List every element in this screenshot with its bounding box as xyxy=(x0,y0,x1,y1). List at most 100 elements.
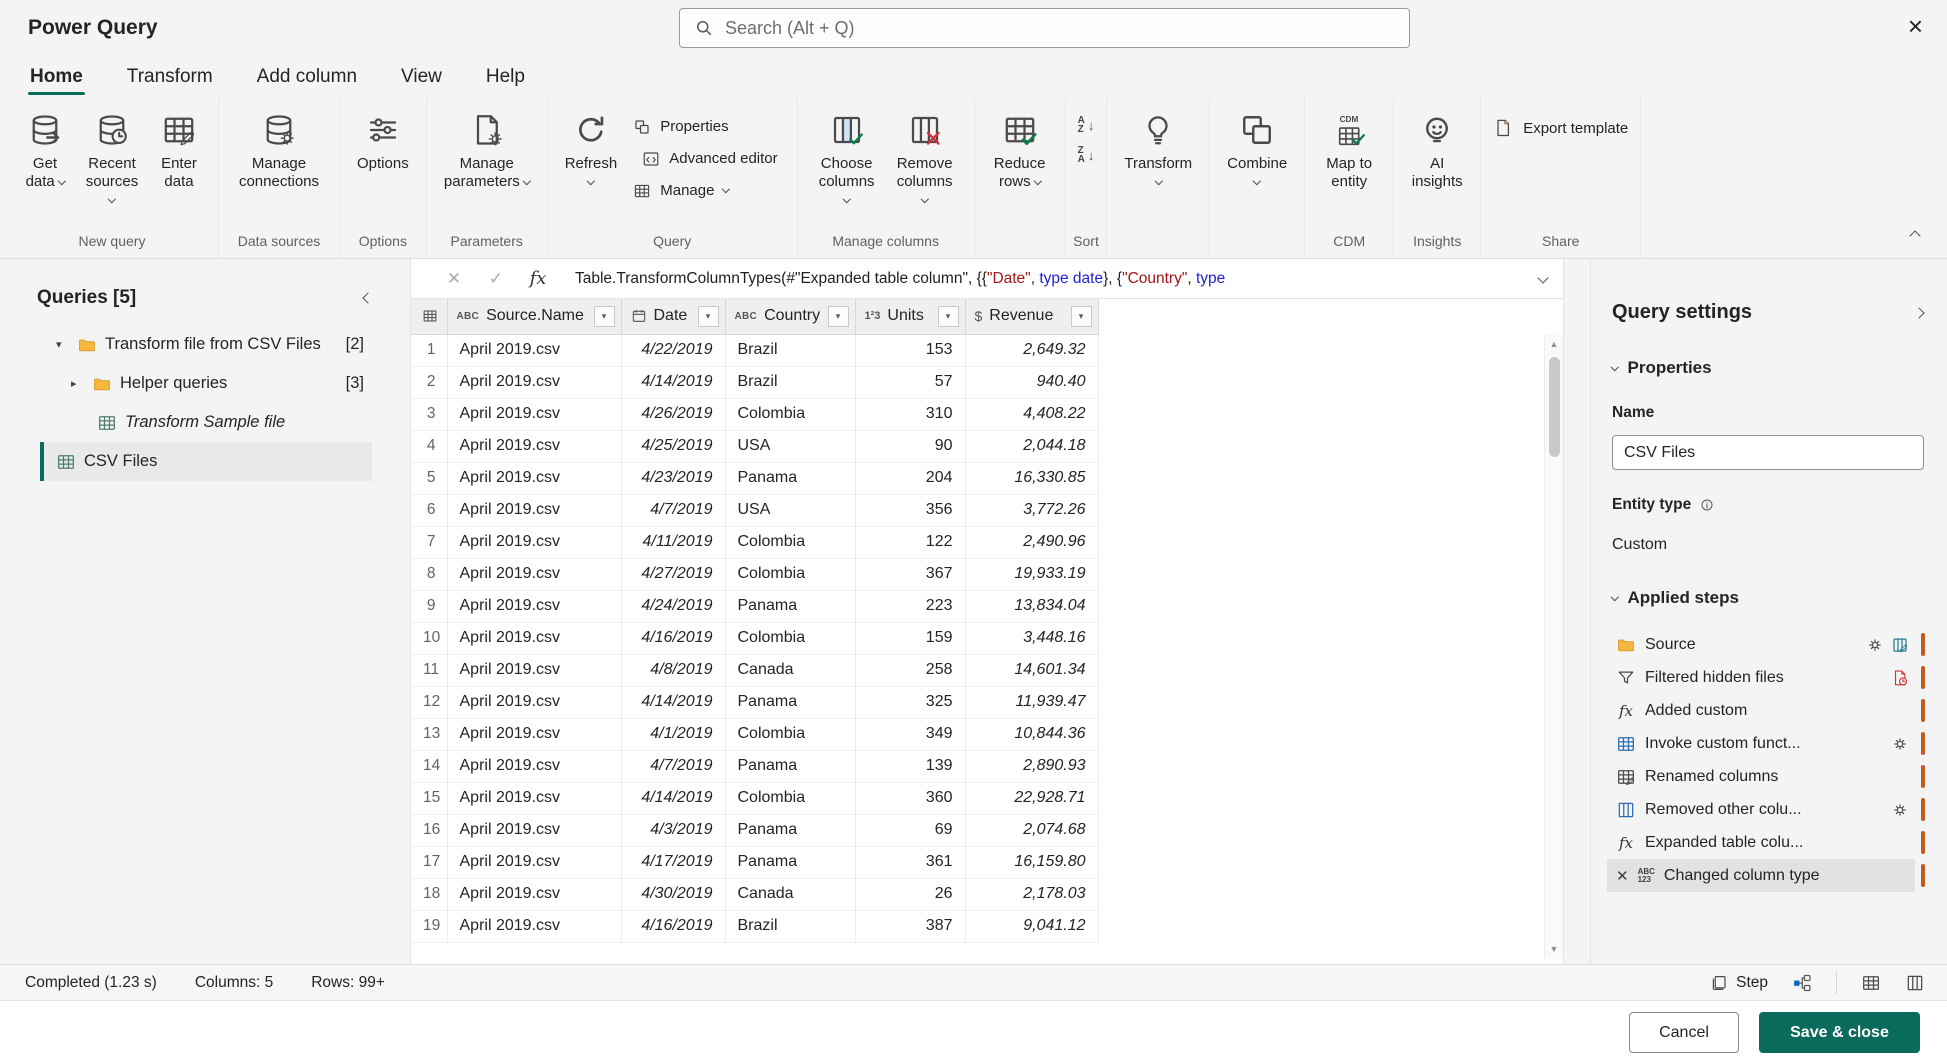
cell-source-name[interactable]: April 2019.csv xyxy=(447,622,621,654)
step-invoke-custom-function[interactable]: Invoke custom funct... xyxy=(1607,727,1915,760)
column-header-source-name[interactable]: ABC Source.Name ▾ xyxy=(447,299,621,334)
expand-formula-bar-icon[interactable] xyxy=(1537,272,1548,283)
cancel-formula-icon[interactable]: ✕ xyxy=(433,269,475,289)
cell-country[interactable]: Brazil xyxy=(725,334,855,366)
caret-expanded-icon[interactable]: ▾ xyxy=(56,338,69,351)
row-number[interactable]: 11 xyxy=(411,654,447,686)
cell-date[interactable]: 4/14/2019 xyxy=(621,782,725,814)
query-tree-item-helper-queries[interactable]: ▸ Helper queries [3] xyxy=(40,364,372,403)
cell-country[interactable]: Colombia xyxy=(725,558,855,590)
row-number[interactable]: 2 xyxy=(411,366,447,398)
cell-source-name[interactable]: April 2019.csv xyxy=(447,718,621,750)
cell-country[interactable]: Panama xyxy=(725,686,855,718)
cell-revenue[interactable]: 4,408.22 xyxy=(965,398,1098,430)
column-header-revenue[interactable]: $ Revenue ▾ xyxy=(965,299,1098,334)
cell-date[interactable]: 4/27/2019 xyxy=(621,558,725,590)
edit-step-icon[interactable] xyxy=(1891,636,1909,654)
options-button[interactable]: Options xyxy=(352,108,414,175)
step-settings-gear-icon[interactable] xyxy=(1891,735,1909,753)
choose-columns-button[interactable]: Choose columns xyxy=(810,108,884,211)
cell-revenue[interactable]: 14,601.34 xyxy=(965,654,1098,686)
tab-add-column[interactable]: Add column xyxy=(257,56,357,98)
cell-country[interactable]: Colombia xyxy=(725,718,855,750)
step-filtered-hidden-files[interactable]: Filtered hidden files xyxy=(1607,661,1915,694)
manage-button[interactable]: Manage xyxy=(626,175,784,206)
row-number[interactable]: 9 xyxy=(411,590,447,622)
cell-source-name[interactable]: April 2019.csv xyxy=(447,494,621,526)
cell-date[interactable]: 4/7/2019 xyxy=(621,750,725,782)
combine-button[interactable]: Combine xyxy=(1222,108,1292,189)
cell-units[interactable]: 349 xyxy=(855,718,965,750)
cell-country[interactable]: Colombia xyxy=(725,622,855,654)
cell-revenue[interactable]: 10,844.36 xyxy=(965,718,1098,750)
filter-button[interactable]: ▾ xyxy=(828,306,849,327)
cell-units[interactable]: 223 xyxy=(855,590,965,622)
scroll-up-icon[interactable]: ▲ xyxy=(1550,334,1559,354)
cell-date[interactable]: 4/8/2019 xyxy=(621,654,725,686)
transform-button[interactable]: Transform xyxy=(1119,108,1197,189)
cell-revenue[interactable]: 2,490.96 xyxy=(965,526,1098,558)
applied-steps-section-header[interactable]: Applied steps xyxy=(1591,588,1947,608)
scrollbar-thumb[interactable] xyxy=(1549,357,1560,457)
query-name-input[interactable] xyxy=(1612,435,1924,470)
cell-units[interactable]: 139 xyxy=(855,750,965,782)
cell-country[interactable]: Panama xyxy=(725,590,855,622)
scroll-down-icon[interactable]: ▼ xyxy=(1550,939,1559,959)
cell-date[interactable]: 4/22/2019 xyxy=(621,334,725,366)
cell-source-name[interactable]: April 2019.csv xyxy=(447,910,621,942)
cell-source-name[interactable]: April 2019.csv xyxy=(447,846,621,878)
cell-revenue[interactable]: 9,041.12 xyxy=(965,910,1098,942)
row-number[interactable]: 5 xyxy=(411,462,447,494)
cell-units[interactable]: 387 xyxy=(855,910,965,942)
tab-view[interactable]: View xyxy=(401,56,442,98)
row-number[interactable]: 17 xyxy=(411,846,447,878)
data-view-icon[interactable] xyxy=(1861,973,1881,993)
cell-revenue[interactable]: 3,448.16 xyxy=(965,622,1098,654)
column-header-date[interactable]: Date ▾ xyxy=(621,299,725,334)
cell-units[interactable]: 26 xyxy=(855,878,965,910)
step-view-button[interactable]: Step xyxy=(1710,974,1768,992)
step-changed-column-type[interactable]: ✕ ABC123 Changed column type xyxy=(1607,859,1915,892)
row-number[interactable]: 15 xyxy=(411,782,447,814)
row-number[interactable]: 8 xyxy=(411,558,447,590)
caret-collapsed-icon[interactable]: ▸ xyxy=(71,377,84,390)
cell-units[interactable]: 57 xyxy=(855,366,965,398)
row-number[interactable]: 13 xyxy=(411,718,447,750)
manage-parameters-button[interactable]: Manage parameters xyxy=(439,108,535,193)
cell-source-name[interactable]: April 2019.csv xyxy=(447,686,621,718)
row-number[interactable]: 7 xyxy=(411,526,447,558)
cell-date[interactable]: 4/24/2019 xyxy=(621,590,725,622)
schema-view-icon[interactable] xyxy=(1905,973,1925,993)
cell-source-name[interactable]: April 2019.csv xyxy=(447,814,621,846)
cell-date[interactable]: 4/25/2019 xyxy=(621,430,725,462)
cell-source-name[interactable]: April 2019.csv xyxy=(447,878,621,910)
cell-units[interactable]: 153 xyxy=(855,334,965,366)
cell-country[interactable]: Colombia xyxy=(725,526,855,558)
cell-date[interactable]: 4/26/2019 xyxy=(621,398,725,430)
cell-source-name[interactable]: April 2019.csv xyxy=(447,366,621,398)
cell-country[interactable]: Canada xyxy=(725,654,855,686)
diagram-view-icon[interactable] xyxy=(1792,973,1812,993)
cell-date[interactable]: 4/14/2019 xyxy=(621,686,725,718)
cell-country[interactable]: Panama xyxy=(725,846,855,878)
cell-country[interactable]: Canada xyxy=(725,878,855,910)
cell-source-name[interactable]: April 2019.csv xyxy=(447,782,621,814)
cancel-button[interactable]: Cancel xyxy=(1629,1012,1739,1053)
cell-units[interactable]: 360 xyxy=(855,782,965,814)
cell-date[interactable]: 4/16/2019 xyxy=(621,910,725,942)
cell-source-name[interactable]: April 2019.csv xyxy=(447,526,621,558)
cell-country[interactable]: Panama xyxy=(725,750,855,782)
cell-source-name[interactable]: April 2019.csv xyxy=(447,462,621,494)
info-icon[interactable] xyxy=(1699,497,1715,513)
column-header-country[interactable]: ABC Country ▾ xyxy=(725,299,855,334)
row-number[interactable]: 1 xyxy=(411,334,447,366)
cell-revenue[interactable]: 11,939.47 xyxy=(965,686,1098,718)
column-header-units[interactable]: 1²3 Units ▾ xyxy=(855,299,965,334)
get-data-button[interactable]: Get data xyxy=(18,108,72,193)
step-source[interactable]: Source xyxy=(1607,628,1915,661)
cell-country[interactable]: Colombia xyxy=(725,398,855,430)
row-number[interactable]: 12 xyxy=(411,686,447,718)
collapse-settings-pane-icon[interactable] xyxy=(1913,307,1924,318)
cell-date[interactable]: 4/11/2019 xyxy=(621,526,725,558)
row-number[interactable]: 19 xyxy=(411,910,447,942)
